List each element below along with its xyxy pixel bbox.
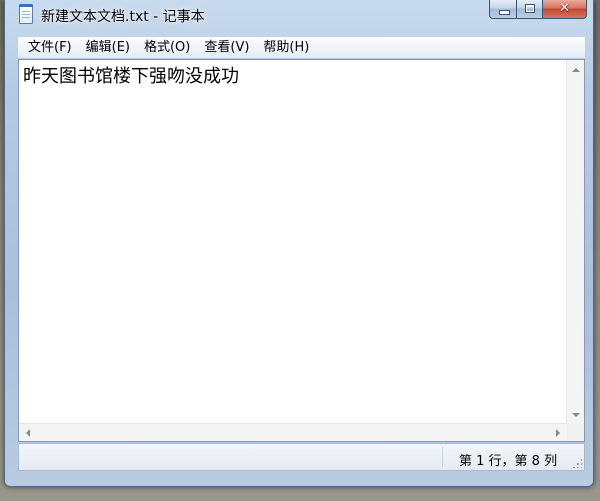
menu-view[interactable]: 查看(V) (198, 38, 255, 57)
maximize-icon (525, 4, 535, 13)
title-bar[interactable]: 新建文本文档.txt - 记事本 ✕ (5, 0, 593, 32)
notepad-window: 新建文本文档.txt - 记事本 ✕ 文件(F) 编辑(E) 格式(O) 查看(… (4, 0, 594, 487)
caption-buttons: ✕ (489, 0, 587, 20)
horizontal-scrollbar[interactable] (19, 423, 567, 441)
menu-help[interactable]: 帮助(H) (257, 38, 315, 57)
cursor-position: 第 1 行，第 8 列 (459, 454, 558, 469)
window-title: 新建文本文档.txt - 记事本 (41, 9, 205, 25)
scroll-down-arrow-icon[interactable] (572, 413, 580, 417)
menu-edit[interactable]: 编辑(E) (80, 38, 136, 57)
status-bar: 第 1 行，第 8 列 (18, 443, 585, 471)
resize-grip-icon[interactable] (572, 458, 582, 468)
maximize-button[interactable] (516, 0, 542, 19)
minimize-icon (499, 10, 510, 15)
menu-bar: 文件(F) 编辑(E) 格式(O) 查看(V) 帮助(H) (18, 37, 585, 59)
scroll-right-arrow-icon[interactable] (556, 429, 560, 437)
vertical-scrollbar[interactable] (566, 60, 584, 424)
notepad-icon[interactable] (19, 4, 33, 24)
close-button[interactable]: ✕ (542, 0, 587, 19)
minimize-button[interactable] (489, 0, 516, 19)
editor-text-area[interactable]: 昨天图书馆楼下强吻没成功 (19, 60, 567, 424)
close-icon: ✕ (559, 1, 570, 16)
scrollbar-corner (567, 424, 584, 441)
menu-file[interactable]: 文件(F) (18, 38, 78, 57)
status-separator (442, 447, 443, 467)
menu-format[interactable]: 格式(O) (138, 38, 196, 57)
scroll-left-arrow-icon[interactable] (26, 429, 30, 437)
scroll-up-arrow-icon[interactable] (572, 68, 580, 72)
text-editor: 昨天图书馆楼下强吻没成功 (18, 59, 585, 442)
